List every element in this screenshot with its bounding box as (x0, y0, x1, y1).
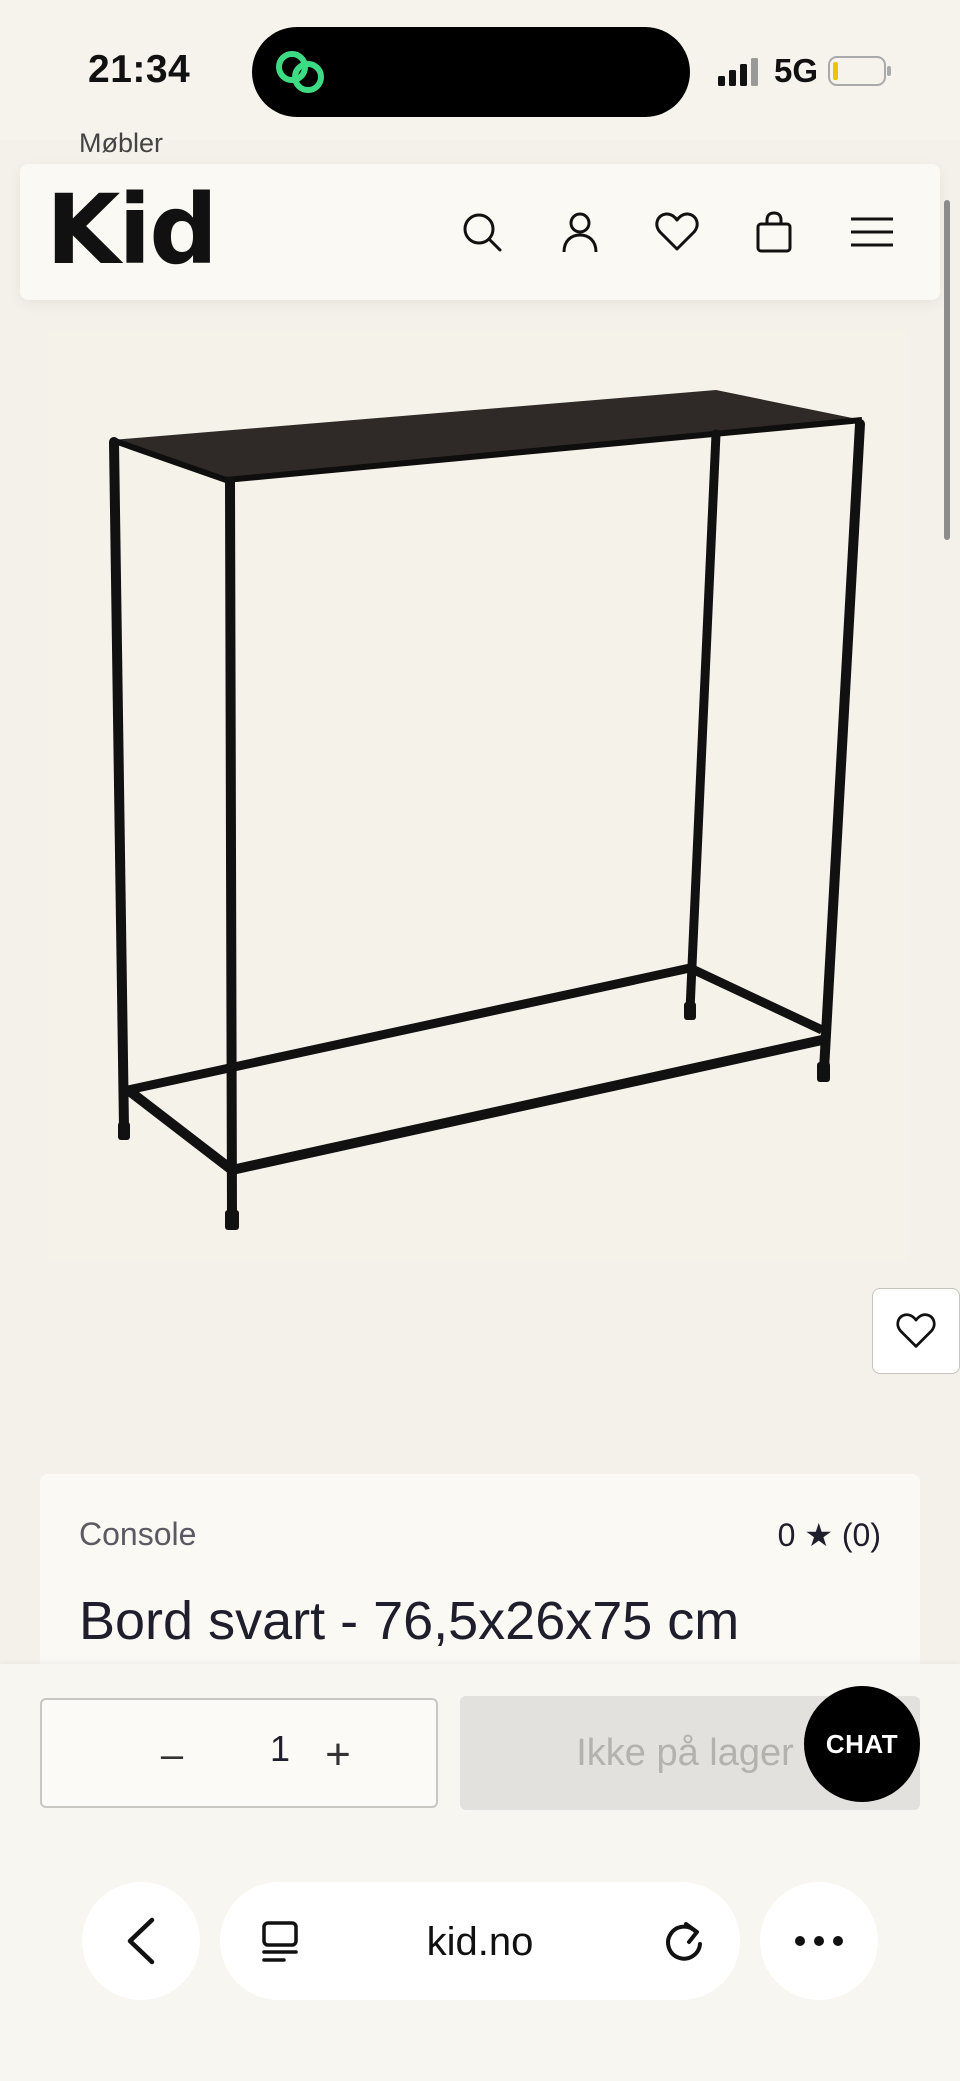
reload-icon[interactable] (660, 1918, 708, 1966)
user-icon[interactable] (554, 206, 606, 258)
site-header: Kid (20, 164, 940, 300)
browser-address-bar[interactable]: kid.no (220, 1882, 740, 2000)
product-info-card: Console 0 ★ (0) Bord svart - 76,5x26x75 … (40, 1474, 920, 1674)
status-bar: 21:34 5G (0, 0, 960, 140)
scrollbar[interactable] (944, 200, 950, 540)
product-brand[interactable]: Console (79, 1516, 196, 1553)
site-logo[interactable]: Kid (46, 182, 218, 278)
link-icon (276, 51, 324, 93)
search-icon[interactable] (456, 206, 508, 258)
breadcrumb[interactable]: Møbler (79, 128, 163, 159)
browser-more-button[interactable] (760, 1882, 878, 2000)
heart-icon[interactable] (651, 206, 703, 258)
chat-button[interactable]: CHAT (804, 1686, 920, 1802)
quantity-stepper: – 1 + (40, 1698, 438, 1808)
product-title: Bord svart - 76,5x26x75 cm (79, 1591, 740, 1651)
purchase-bar: – 1 + Ikke på lager CHAT kid.no (0, 1664, 960, 2081)
menu-icon[interactable] (846, 206, 898, 258)
add-to-wishlist-button[interactable] (872, 1288, 960, 1374)
product-image[interactable] (48, 330, 908, 1260)
quantity-decrease-button[interactable]: – (142, 1725, 202, 1785)
network-type: 5G (774, 52, 819, 89)
quantity-increase-button[interactable]: + (298, 1725, 378, 1785)
status-time: 21:34 (88, 48, 191, 91)
heart-icon (896, 1313, 936, 1348)
console-table-illustration (109, 390, 865, 1230)
dynamic-island (252, 27, 690, 117)
more-icon (795, 1936, 843, 1946)
battery-icon (828, 56, 891, 86)
chevron-left-icon (127, 1917, 155, 1965)
bag-icon[interactable] (748, 206, 800, 258)
browser-back-button[interactable] (82, 1882, 200, 2000)
signal-icon (718, 58, 758, 86)
product-rating[interactable]: 0 ★ (0) (778, 1516, 881, 1554)
